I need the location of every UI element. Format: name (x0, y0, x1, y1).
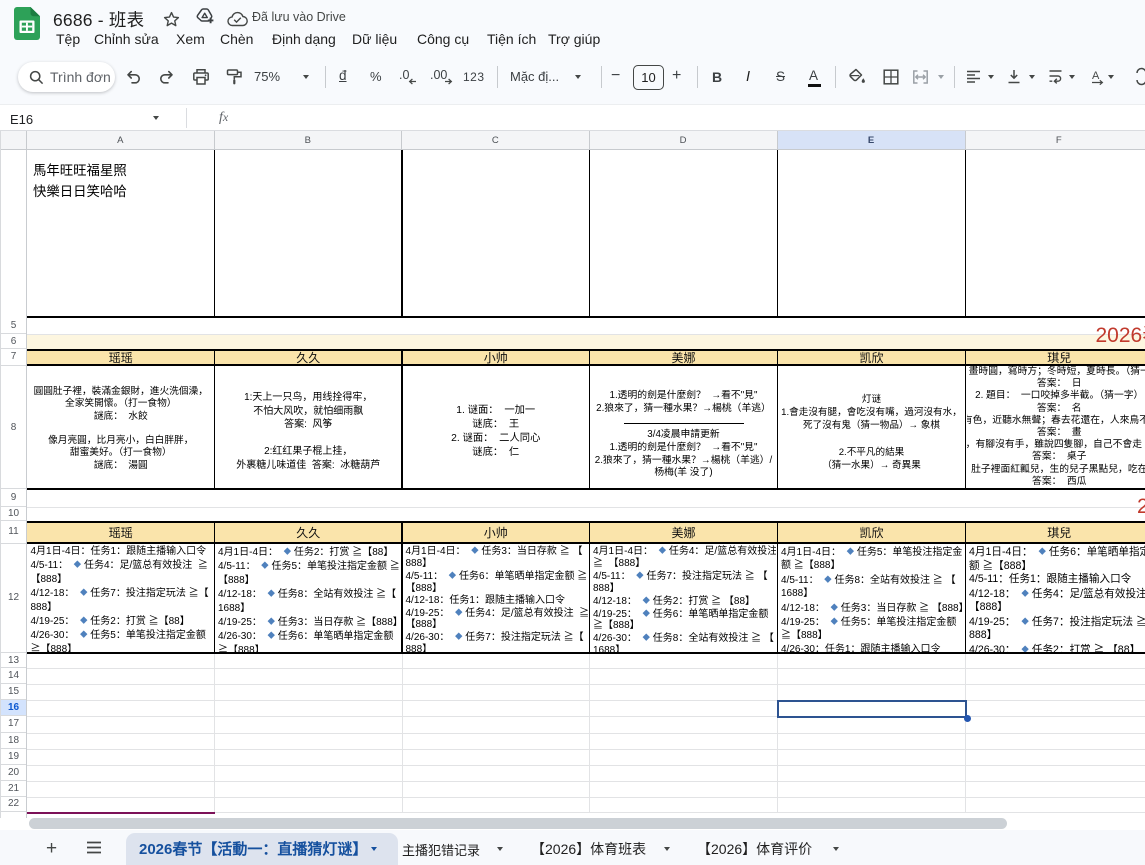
svg-text:A: A (1092, 70, 1100, 82)
